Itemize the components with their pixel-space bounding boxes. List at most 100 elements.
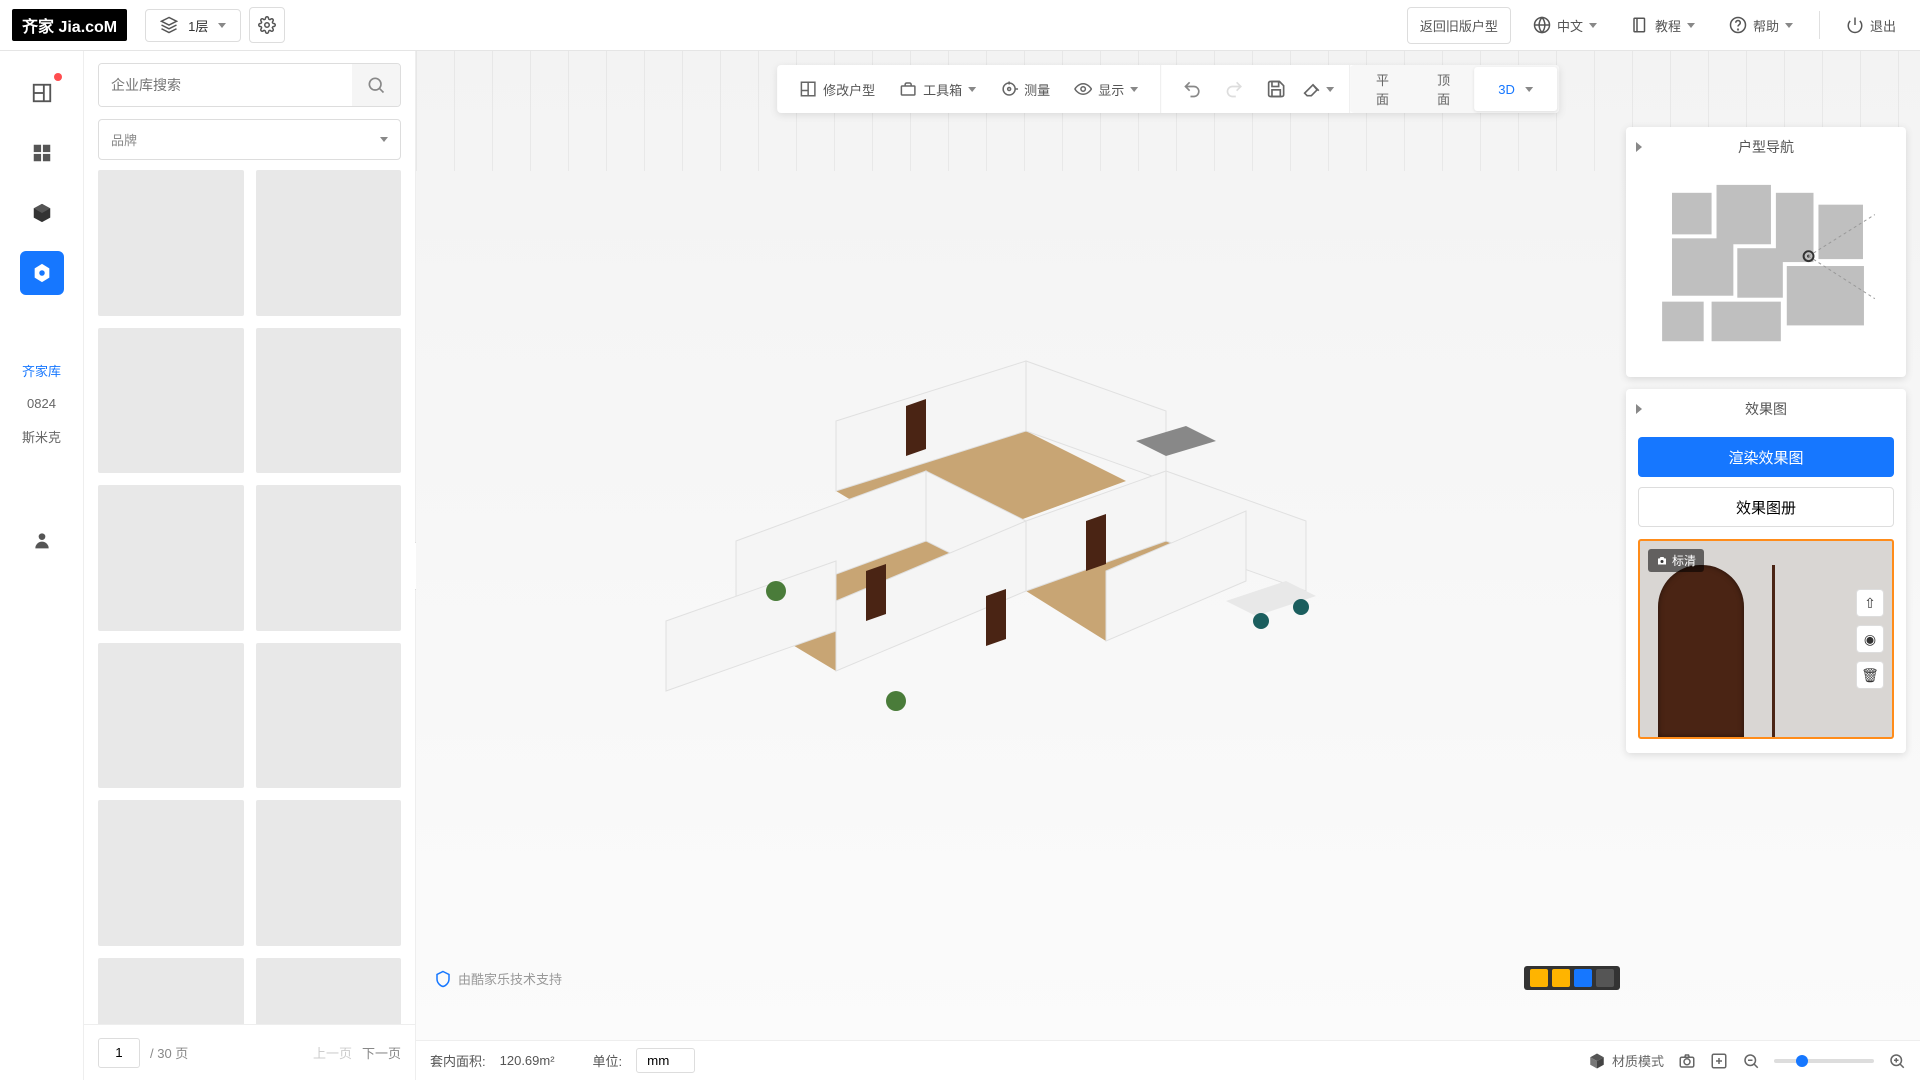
thumb-delete[interactable]: 🗑 — [1856, 661, 1884, 689]
library-item[interactable] — [256, 800, 402, 946]
settings-button[interactable] — [249, 7, 285, 43]
rail-label-0824[interactable]: 0824 — [27, 396, 56, 411]
area-label: 套内面积: — [430, 1051, 486, 1070]
library-item[interactable] — [256, 328, 402, 474]
help-button[interactable]: 帮助 — [1717, 8, 1805, 43]
page-total: / 30 页 — [150, 1043, 188, 1062]
library-grid — [84, 170, 415, 1024]
library-item[interactable] — [98, 643, 244, 789]
album-button[interactable]: 效果图册 — [1638, 487, 1894, 527]
grid-icon — [31, 142, 53, 164]
floorplan-icon — [799, 80, 817, 98]
redo-button — [1213, 79, 1255, 99]
rail-label-smk[interactable]: 斯米克 — [22, 427, 61, 446]
material-mode-button[interactable]: 材质模式 — [1588, 1051, 1664, 1070]
main-toolbar: 修改户型 工具箱 测量 显示 — [777, 65, 1559, 113]
divider — [1819, 11, 1820, 39]
render-indicator-strip — [1524, 966, 1620, 990]
help-icon — [1729, 16, 1747, 34]
zoom-in-icon — [1888, 1052, 1906, 1070]
rail-floorplan-icon[interactable] — [20, 71, 64, 115]
thumb-upload[interactable]: ⇧ — [1856, 589, 1884, 617]
effect-panel: 效果图 渲染效果图 效果图册 标清 ⇧ ◉ 🗑 — [1626, 389, 1906, 753]
unit-select[interactable]: mm — [636, 1048, 695, 1073]
chevron-down-icon — [1785, 23, 1793, 28]
shield-icon — [434, 970, 452, 988]
rail-label-qijia[interactable]: 齐家库 — [22, 361, 61, 380]
render-thumbnail[interactable]: 标清 ⇧ ◉ 🗑 — [1638, 539, 1894, 739]
undo-button[interactable] — [1171, 79, 1213, 99]
brand-select[interactable]: 品牌 — [98, 119, 401, 160]
language-button[interactable]: 中文 — [1521, 8, 1609, 43]
nav-collapse[interactable] — [1636, 139, 1642, 155]
library-item[interactable] — [256, 643, 402, 789]
library-item[interactable] — [98, 328, 244, 474]
camera-icon — [1678, 1052, 1696, 1070]
eye-icon — [1074, 80, 1092, 98]
gear-icon — [258, 16, 276, 34]
save-icon — [1266, 79, 1286, 99]
search-input[interactable] — [99, 64, 352, 106]
library-item[interactable] — [256, 958, 402, 1025]
search-input-wrap — [98, 63, 401, 107]
area-value: 120.69m² — [500, 1053, 555, 1068]
edit-plan-button[interactable]: 修改户型 — [787, 65, 887, 113]
save-button[interactable] — [1255, 79, 1297, 99]
minimap[interactable] — [1626, 167, 1906, 377]
floor-selector[interactable]: 1层 — [145, 9, 241, 42]
render-button[interactable]: 渲染效果图 — [1638, 437, 1894, 477]
library-item[interactable] — [98, 800, 244, 946]
zoom-out-button[interactable] — [1742, 1052, 1760, 1070]
rail-library-icon[interactable] — [20, 251, 64, 295]
thumb-snapshot[interactable]: ◉ — [1856, 625, 1884, 653]
view-tab-top[interactable]: 顶面 — [1413, 67, 1474, 111]
measure-label: 测量 — [1024, 80, 1050, 99]
search-icon — [366, 75, 386, 95]
eraser-button[interactable] — [1297, 79, 1339, 99]
power-icon — [1846, 16, 1864, 34]
camera-button[interactable] — [1678, 1052, 1696, 1070]
library-panel: 品牌 / 30 页 上一页 下一页 — [84, 51, 416, 1080]
camera-icon — [1656, 555, 1668, 567]
app-logo: 齐家 Jia.coM — [12, 9, 127, 41]
canvas-3d[interactable]: 修改户型 工具箱 测量 显示 — [416, 51, 1920, 1040]
toolbox-button[interactable]: 工具箱 — [887, 65, 988, 113]
next-page[interactable]: 下一页 — [362, 1043, 401, 1062]
view-tabs: 平面 顶面 3D — [1350, 65, 1559, 113]
add-button[interactable] — [1710, 1052, 1728, 1070]
zoom-slider[interactable] — [1774, 1059, 1874, 1063]
page-input[interactable] — [98, 1038, 140, 1068]
top-bar: 齐家 Jia.coM 1层 返回旧版户型 中文 教程 帮助 退出 — [0, 0, 1920, 51]
unit-label: 单位: — [593, 1051, 623, 1070]
view-3d-label: 3D — [1498, 82, 1515, 97]
view-tab-plan[interactable]: 平面 — [1352, 67, 1413, 111]
library-item[interactable] — [98, 170, 244, 316]
toolbox-icon — [899, 80, 917, 98]
view-tab-3d[interactable]: 3D — [1474, 67, 1557, 111]
help-label: 帮助 — [1753, 16, 1779, 35]
effect-collapse[interactable] — [1636, 401, 1642, 417]
tutorial-button[interactable]: 教程 — [1619, 8, 1707, 43]
edit-plan-label: 修改户型 — [823, 80, 875, 99]
zoom-in-button[interactable] — [1888, 1052, 1906, 1070]
exit-button[interactable]: 退出 — [1834, 8, 1908, 43]
cube-icon — [1588, 1052, 1606, 1070]
measure-button[interactable]: 测量 — [988, 65, 1062, 113]
library-item[interactable] — [256, 485, 402, 631]
cube-icon — [31, 202, 53, 224]
library-item[interactable] — [256, 170, 402, 316]
nav-panel: 户型导航 — [1626, 127, 1906, 377]
rail-grid-icon[interactable] — [20, 131, 64, 175]
support-badge: 由酷家乐技术支持 — [434, 969, 562, 988]
toolbox-label: 工具箱 — [923, 80, 962, 99]
globe-icon — [1533, 16, 1551, 34]
library-item[interactable] — [98, 485, 244, 631]
prev-page: 上一页 — [313, 1043, 352, 1062]
library-item[interactable] — [98, 958, 244, 1025]
floor-label: 1层 — [188, 16, 208, 35]
search-button[interactable] — [352, 64, 400, 106]
display-button[interactable]: 显示 — [1062, 65, 1150, 113]
rail-user-icon[interactable] — [20, 518, 64, 562]
rail-cube-icon[interactable] — [20, 191, 64, 235]
back-old-version-button[interactable]: 返回旧版户型 — [1407, 7, 1511, 44]
